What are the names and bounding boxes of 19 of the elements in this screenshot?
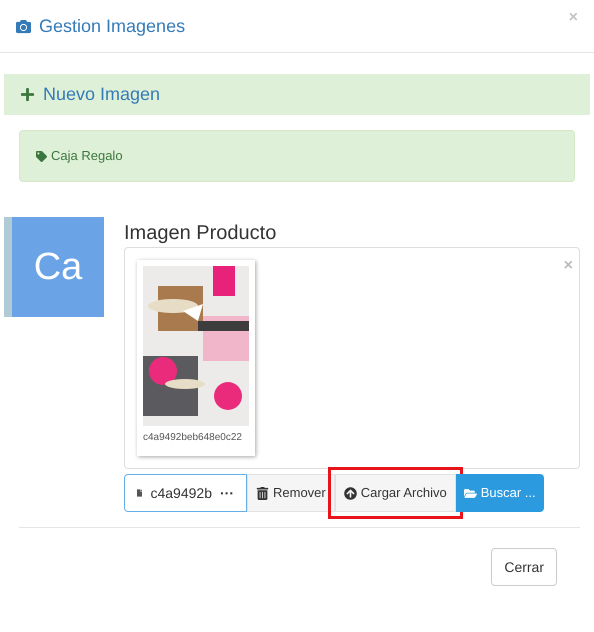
alert-text: Caja Regalo: [51, 147, 123, 166]
avatar-tile: Ca: [4, 217, 104, 317]
tag-icon: [36, 150, 47, 162]
camera-icon: [16, 18, 31, 34]
modal-title: Gestion Imagenes: [39, 14, 186, 38]
upload-icon: [344, 486, 357, 500]
section-title: Nuevo Imagen: [43, 83, 160, 106]
close-button[interactable]: Cerrar: [491, 548, 557, 586]
upload-button[interactable]: Cargar Archivo: [334, 474, 456, 512]
ellipsis-text: ···: [220, 484, 234, 502]
file-caption: c4a9492beb648e0c22: [143, 431, 243, 445]
plus-icon: [20, 87, 35, 102]
folder-icon: [464, 486, 477, 500]
file-icon: [137, 487, 142, 499]
trash-icon: [256, 486, 269, 500]
remove-button[interactable]: Remover: [247, 474, 335, 512]
field-label: Imagen Producto: [124, 221, 278, 246]
filename-field[interactable]: c4a9492b ···: [124, 474, 247, 512]
filename-text: c4a9492b: [150, 484, 212, 502]
